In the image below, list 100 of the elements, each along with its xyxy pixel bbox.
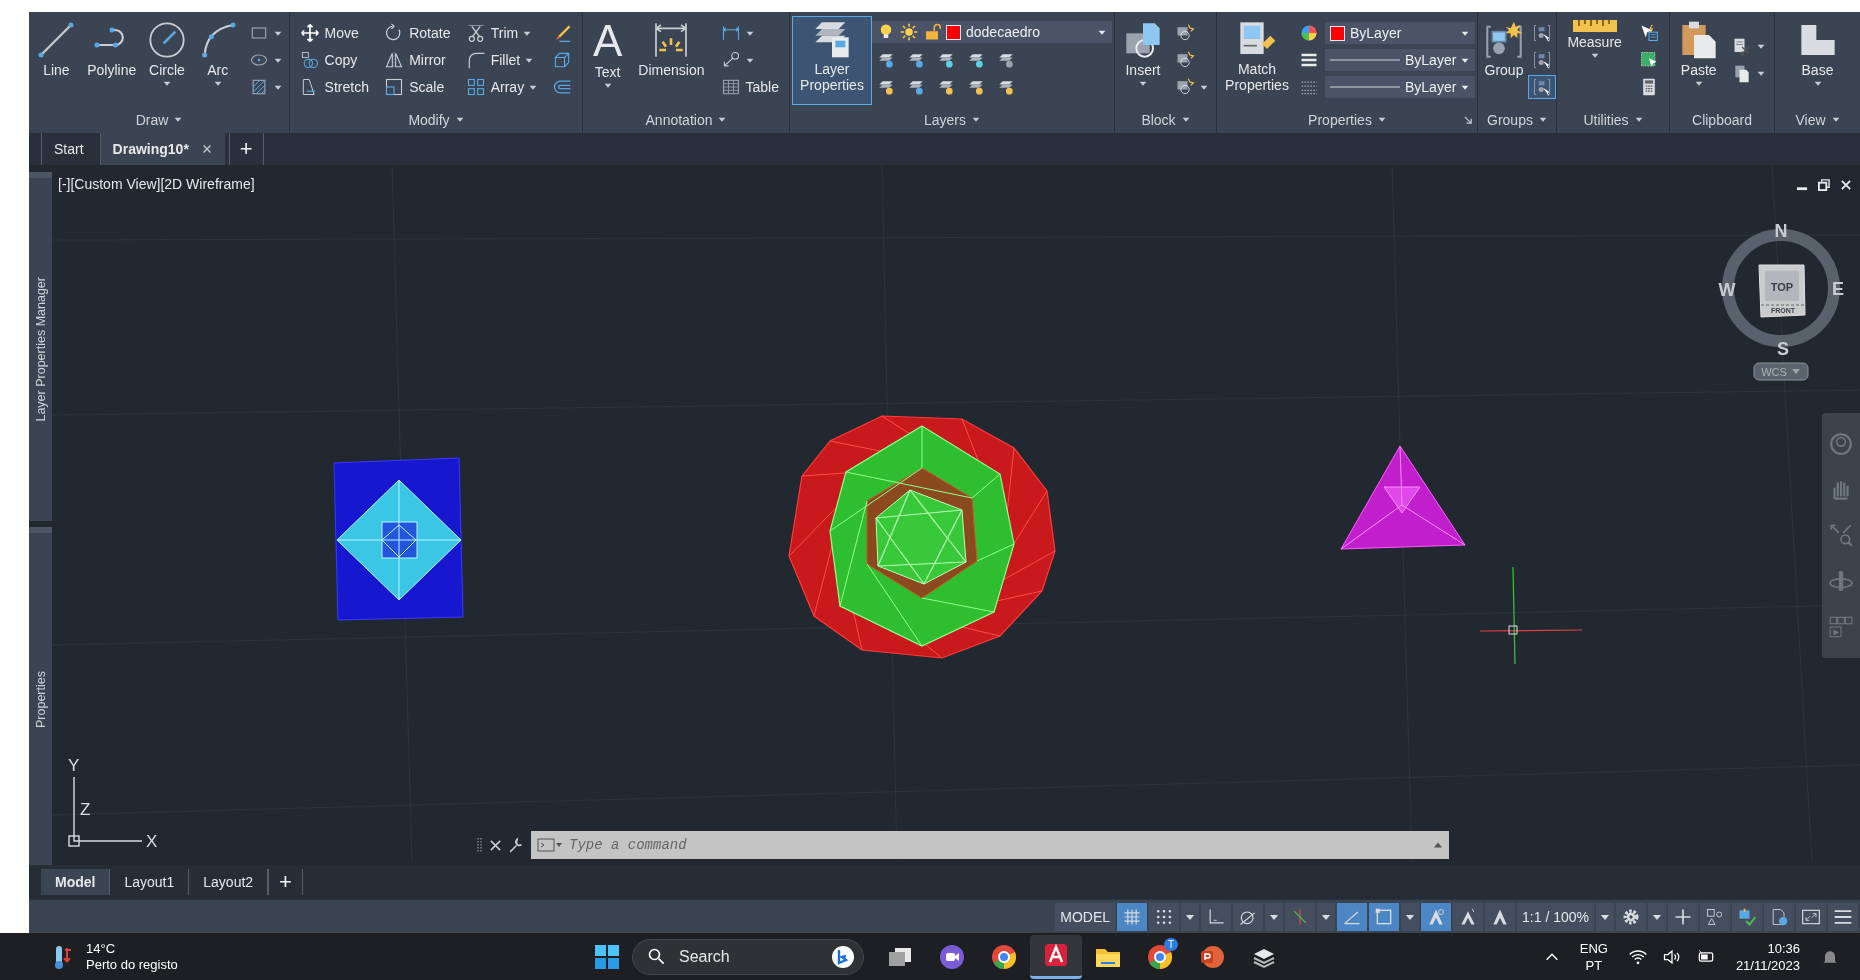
add-tab-button[interactable]: +: [268, 869, 303, 895]
panel-menu-button[interactable]: Modify: [404, 111, 468, 128]
ribbon-button[interactable]: Move: [295, 21, 363, 45]
status-toggle[interactable]: [1453, 902, 1484, 931]
ribbon-button[interactable]: Array: [461, 75, 542, 99]
palette-tab[interactable]: Properties: [29, 527, 52, 865]
caret-icon[interactable]: [1185, 912, 1196, 921]
launcher-icon[interactable]: [1463, 115, 1473, 125]
status-toggle[interactable]: [1485, 902, 1516, 931]
ribbon-button[interactable]: Mirror: [380, 48, 450, 72]
status-toggle[interactable]: [1764, 902, 1794, 931]
close-icon[interactable]: [1840, 179, 1852, 191]
status-toggle[interactable]: [1201, 902, 1232, 931]
compass-label[interactable]: E: [1832, 279, 1844, 299]
palette-tab[interactable]: Layer Properties Manager: [29, 172, 52, 522]
caret-icon[interactable]: [1321, 912, 1332, 921]
compass-label[interactable]: N: [1774, 221, 1788, 241]
ribbon-button[interactable]: Trim: [461, 21, 536, 45]
status-toggle[interactable]: [1233, 902, 1264, 931]
search-field[interactable]: Search: [632, 938, 864, 975]
panel-menu-button[interactable]: Groups: [1483, 111, 1551, 128]
select-area-icon: [1638, 50, 1659, 70]
panel-menu-button[interactable]: View: [1791, 111, 1844, 128]
weather-text: Perto do registo: [86, 956, 178, 973]
ribbon-button[interactable]: Polyline: [83, 17, 141, 103]
caret-icon[interactable]: [1269, 912, 1280, 921]
ribbon-button[interactable]: Copy: [295, 48, 362, 72]
status-toggle[interactable]: [1285, 902, 1316, 931]
clock-button[interactable]: 10:36 21/11/2023: [1729, 938, 1806, 975]
panel-menu-button[interactable]: Properties: [1304, 111, 1390, 128]
status-toggle[interactable]: [1117, 902, 1148, 931]
windows-logo-icon[interactable]: [594, 943, 620, 970]
grip-icon[interactable]: [476, 837, 483, 853]
ribbon-button[interactable]: Insert: [1119, 17, 1167, 103]
command-field[interactable]: Type a command: [531, 831, 1449, 859]
compass-label[interactable]: W: [1718, 280, 1736, 300]
layout-tab[interactable]: Layout2: [189, 869, 269, 895]
ribbon-button[interactable]: Arc: [193, 17, 242, 103]
panel-menu-button[interactable]: Annotation: [641, 111, 731, 128]
panel-title: Clipboard: [1691, 111, 1753, 128]
status-toggle[interactable]: [1616, 902, 1646, 931]
scale-icon: [384, 77, 405, 97]
file-tab[interactable]: Drawing10*: [99, 133, 225, 165]
language-button[interactable]: ENG PT: [1573, 938, 1614, 975]
view-cube[interactable]: [1758, 264, 1806, 318]
close-icon[interactable]: [489, 838, 502, 852]
layout-tab[interactable]: Layout1: [110, 869, 190, 895]
layer-dropdown[interactable]: dodecaedro: [872, 21, 1112, 43]
status-button[interactable]: MODEL: [1055, 902, 1116, 931]
ribbon-button[interactable]: Line: [32, 17, 81, 103]
status-toggle[interactable]: [1668, 902, 1698, 931]
search-input[interactable]: Search: [677, 946, 821, 967]
viewport-label[interactable]: [-][Custom View][2D Wireframe]: [58, 176, 255, 192]
line-dropdown[interactable]: ByLayer: [1325, 49, 1475, 71]
wrench-icon[interactable]: [508, 836, 525, 854]
status-toggle[interactable]: [1369, 902, 1400, 931]
ribbon-button[interactable]: Measure: [1563, 17, 1626, 103]
layout-tab[interactable]: Model: [41, 869, 111, 895]
ribbon-button[interactable]: Layer Properties: [792, 15, 872, 105]
color-dropdown[interactable]: ByLayer: [1325, 22, 1475, 44]
line-dropdown[interactable]: ByLayer: [1325, 76, 1475, 98]
chat-logo-icon: [831, 944, 855, 969]
status-toggle[interactable]: [1337, 902, 1368, 931]
caret-icon[interactable]: [1405, 912, 1416, 921]
block-tool-icon: [1175, 50, 1195, 70]
caret-icon: [1461, 29, 1469, 37]
ribbon-button[interactable]: Scale: [380, 75, 449, 99]
status-toggle[interactable]: [1421, 902, 1452, 931]
status-button[interactable]: 1:1 / 100%: [1517, 902, 1594, 931]
ruler-icon: [1572, 20, 1617, 32]
panel-menu-button[interactable]: Draw: [131, 111, 187, 128]
status-toggle[interactable]: [1700, 902, 1730, 931]
status-toggle[interactable]: [1149, 902, 1180, 931]
prompt-icon[interactable]: [537, 837, 563, 853]
caret-up-icon[interactable]: [1433, 841, 1443, 849]
insert-icon: [1123, 20, 1163, 60]
panel-menu-button[interactable]: Layers: [920, 111, 984, 128]
ribbon-button[interactable]: A Text: [589, 17, 627, 103]
ribbon-button[interactable]: Group: [1480, 17, 1528, 103]
ribbon-button[interactable]: Dimension: [634, 17, 709, 103]
ribbon-button[interactable]: Table: [716, 75, 783, 99]
ribbon-button[interactable]: Paste: [1674, 17, 1723, 103]
caret-icon[interactable]: [1600, 912, 1610, 921]
panel-menu-button[interactable]: Block: [1137, 111, 1194, 128]
compass-label[interactable]: S: [1777, 339, 1789, 359]
caret-icon[interactable]: [1652, 912, 1662, 921]
restore-icon[interactable]: [1818, 179, 1830, 191]
panel-menu-button[interactable]: Utilities: [1579, 111, 1647, 128]
status-toggle[interactable]: [1732, 902, 1762, 931]
ribbon-button[interactable]: Base: [1793, 17, 1842, 103]
ribbon-button[interactable]: Match Properties: [1219, 15, 1295, 105]
taskbar-button[interactable]: T: [1134, 934, 1186, 979]
ribbon-button[interactable]: Stretch: [295, 75, 373, 99]
ribbon-button[interactable]: Fillet: [461, 48, 538, 72]
taskbar-button[interactable]: [1030, 934, 1082, 979]
ribbon-button[interactable]: Circle: [143, 17, 191, 103]
ribbon-button[interactable]: Rotate: [380, 21, 455, 45]
status-toggle[interactable]: [1796, 902, 1826, 931]
mirror-icon: [384, 50, 405, 70]
status-toggle[interactable]: [1828, 902, 1858, 931]
